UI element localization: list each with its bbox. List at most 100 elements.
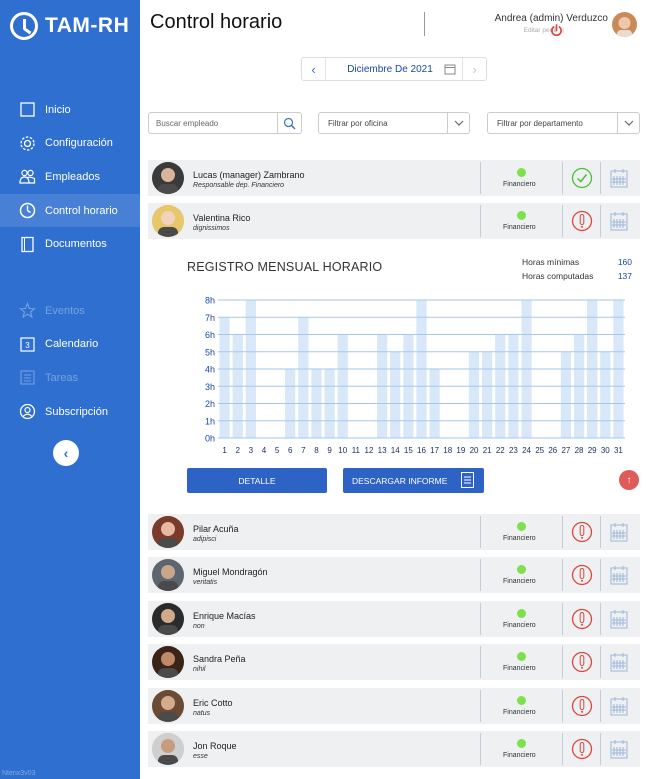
employee-row[interactable]: Jon Roque esse Financiero: [148, 731, 640, 767]
sidebar-item-inicio[interactable]: Inicio: [0, 93, 140, 127]
sidebar-item-calendario[interactable]: 3 Calendario: [0, 328, 140, 362]
chart-bar-day-30[interactable]: [600, 351, 611, 438]
employee-row[interactable]: Valentina Rico dignissimos Financiero: [148, 203, 640, 240]
search-icon: [283, 117, 296, 129]
alert-circle-icon[interactable]: [571, 695, 593, 717]
y-tick-label: 4h: [205, 365, 215, 375]
employee-role: nihil: [193, 666, 206, 674]
calendar-grid-icon[interactable]: [610, 168, 628, 188]
alert-circle-icon[interactable]: [571, 210, 593, 232]
stat-value: 160: [617, 257, 632, 267]
employee-row[interactable]: Pilar Acuña adipisci Financiero: [148, 514, 640, 550]
employee-avatar: [152, 689, 184, 722]
stat-value: 137: [617, 271, 632, 281]
column-divider: [480, 646, 481, 679]
x-tick-label: 22: [496, 446, 505, 455]
tasks-icon: [18, 369, 36, 387]
chart-bar-day-20[interactable]: [468, 351, 480, 438]
calendar-icon[interactable]: [444, 63, 456, 75]
x-tick-label: 5: [275, 446, 280, 455]
employee-name[interactable]: Miguel Mondragón: [193, 567, 268, 577]
employee-office: Financiero: [503, 621, 536, 629]
employee-name[interactable]: Enrique Macías: [193, 611, 256, 621]
sidebar-item-control-horario[interactable]: Control horario: [0, 193, 140, 228]
search-button[interactable]: [277, 113, 301, 133]
next-month-button[interactable]: ›: [462, 58, 486, 80]
department-filter-select[interactable]: Filtrar por departamento: [487, 112, 640, 134]
sidebar-item-label: Tareas: [45, 371, 79, 384]
collapse-sidebar-button[interactable]: ‹: [53, 440, 79, 466]
x-tick-label: 3: [249, 446, 254, 455]
stat-computed-hours: Horas computadas 137: [522, 271, 632, 285]
office-filter-label: Filtrar por oficina: [328, 118, 388, 128]
column-divider: [562, 516, 563, 548]
user-avatar[interactable]: [612, 12, 637, 37]
prev-month-button[interactable]: ‹: [302, 58, 326, 80]
column-divider: [600, 733, 601, 765]
power-icon[interactable]: [550, 24, 563, 37]
alert-circle-icon[interactable]: [571, 608, 593, 630]
column-divider: [562, 162, 563, 194]
chevron-down-icon: [447, 113, 469, 133]
column-divider: [480, 602, 481, 635]
chart-bar-day-14[interactable]: [390, 351, 401, 438]
employee-row[interactable]: Enrique Macías non Financiero: [148, 600, 640, 637]
y-tick-label: 0h: [205, 434, 215, 444]
column-divider: [480, 689, 481, 722]
sidebar-item-configuraci-n[interactable]: Configuración: [0, 127, 140, 161]
column-divider: [562, 559, 563, 592]
y-tick-label: 1h: [205, 416, 215, 426]
calendar-grid-icon[interactable]: [610, 739, 628, 759]
calendar-grid-icon[interactable]: [610, 211, 628, 231]
calendar-grid-icon[interactable]: [610, 565, 628, 585]
chart-bar-day-21[interactable]: [482, 351, 493, 438]
chart-bar-day-7[interactable]: [298, 317, 309, 438]
office-filter-select[interactable]: Filtrar por oficina: [318, 112, 470, 134]
sidebar-item-label: Inicio: [45, 103, 71, 116]
employee-office: Financiero: [503, 224, 536, 232]
calendar-grid-icon[interactable]: [610, 652, 628, 672]
calendar-grid-icon[interactable]: [610, 696, 628, 716]
employee-role: adipisci: [193, 536, 217, 543]
employee-name[interactable]: Valentina Rico: [193, 213, 250, 223]
employee-row[interactable]: Miguel Mondragón veritatis Financiero: [148, 557, 640, 594]
alert-circle-icon[interactable]: [571, 651, 593, 673]
x-tick-label: 4: [262, 446, 267, 455]
employee-name[interactable]: Eric Cotto: [193, 698, 233, 708]
alert-circle-icon[interactable]: [571, 564, 593, 586]
sidebar-item-subscripci-n[interactable]: Subscripción: [0, 395, 140, 429]
chart-bar-day-1[interactable]: [219, 317, 230, 438]
employee-name[interactable]: Pilar Acuña: [193, 524, 239, 534]
logo-text: TAM-RH: [45, 14, 130, 37]
sidebar-item-documentos[interactable]: Documentos: [0, 227, 140, 261]
alert-circle-icon[interactable]: [571, 738, 593, 760]
app-logo[interactable]: TAM-RH: [10, 12, 129, 40]
scroll-up-button[interactable]: ↑: [619, 470, 639, 490]
download-report-button[interactable]: DESCARGAR INFORME: [343, 468, 484, 493]
check-circle-icon[interactable]: [571, 167, 593, 189]
calendar-grid-icon[interactable]: [610, 609, 628, 629]
x-tick-label: 29: [588, 446, 597, 455]
employee-role: non: [193, 622, 205, 630]
y-tick-label: 5h: [205, 347, 215, 357]
employee-row[interactable]: Sandra Peña nihil Financiero: [148, 644, 640, 681]
detail-button[interactable]: DETALLE: [187, 468, 327, 493]
x-tick-label: 7: [301, 446, 306, 455]
sidebar-item-empleados[interactable]: Empleados: [0, 160, 140, 194]
employee-row[interactable]: Lucas (manager) Zambrano Responsable dep.…: [148, 160, 640, 196]
employee-name[interactable]: Lucas (manager) Zambrano: [193, 170, 305, 180]
calendar-grid-icon[interactable]: [610, 522, 628, 542]
x-tick-label: 20: [470, 446, 479, 455]
employee-row[interactable]: Eric Cotto natus Financiero: [148, 687, 640, 724]
month-label[interactable]: Diciembre De 2021: [326, 64, 444, 75]
employee-name[interactable]: Jon Roque: [193, 741, 237, 751]
alert-circle-icon[interactable]: [571, 521, 593, 543]
search-input[interactable]: [149, 118, 277, 128]
y-tick-label: 8h: [205, 296, 215, 306]
chart-bar-day-27[interactable]: [560, 351, 572, 438]
clock-icon: [18, 202, 36, 220]
x-tick-label: 17: [430, 446, 439, 455]
employee-name[interactable]: Sandra Peña: [193, 654, 246, 664]
sidebar-item-tareas: Tareas: [0, 361, 140, 395]
gear-icon: [18, 134, 36, 152]
